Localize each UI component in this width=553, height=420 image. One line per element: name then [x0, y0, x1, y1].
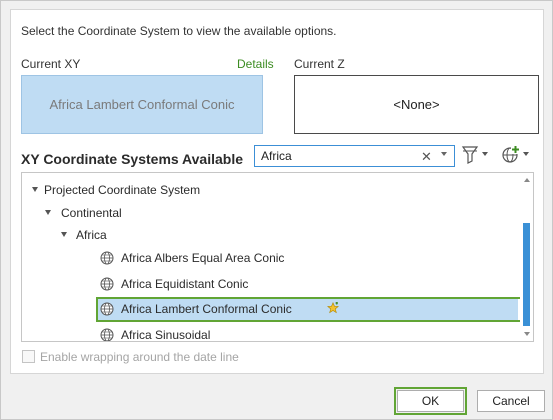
- globe-icon: [100, 251, 114, 265]
- tree-item-label: Projected Coordinate System: [44, 183, 201, 197]
- tree-item-label: Africa Lambert Conformal Conic: [121, 302, 292, 316]
- globe-icon: [100, 277, 114, 291]
- favorite-star-icon[interactable]: [327, 302, 339, 314]
- search-box[interactable]: ✕: [254, 145, 455, 167]
- current-xy-value: Africa Lambert Conformal Conic: [49, 97, 235, 112]
- current-z-label: Current Z: [294, 57, 345, 71]
- scroll-down-icon[interactable]: [524, 332, 530, 336]
- wrap-dateline-checkbox[interactable]: [22, 350, 35, 363]
- tree-scrollbar[interactable]: [520, 173, 533, 341]
- tree-item-continental[interactable]: Continental: [22, 202, 518, 224]
- search-input[interactable]: [255, 146, 415, 166]
- tree-item-lambert[interactable]: Africa Lambert Conformal Conic: [97, 298, 518, 320]
- current-z-value: <None>: [393, 97, 440, 112]
- instruction-text: Select the Coordinate System to view the…: [21, 24, 337, 38]
- ok-button[interactable]: OK: [397, 390, 464, 412]
- filter-icon: [461, 146, 488, 164]
- add-coordinate-system-button[interactable]: [499, 144, 531, 166]
- globe-icon: [100, 302, 114, 316]
- tree-item-projected[interactable]: Projected Coordinate System: [22, 179, 518, 201]
- tree-item-label: Africa Albers Equal Area Conic: [121, 251, 285, 265]
- available-systems-title: XY Coordinate Systems Available: [21, 151, 244, 167]
- coordinate-system-panel: Select the Coordinate System to view the…: [10, 9, 544, 374]
- tree-item-albers[interactable]: Africa Albers Equal Area Conic: [22, 247, 518, 269]
- tree-item-label: Africa: [76, 228, 107, 242]
- globe-icon: [100, 328, 114, 341]
- scroll-up-icon[interactable]: [524, 178, 530, 182]
- expand-arrow-icon[interactable]: [32, 187, 38, 192]
- tree-item-sinusoidal[interactable]: Africa Sinusoidal: [22, 324, 518, 342]
- cancel-button[interactable]: Cancel: [477, 390, 545, 412]
- tree-item-equidistant[interactable]: Africa Equidistant Conic: [22, 273, 518, 295]
- globe-add-icon: [502, 145, 529, 163]
- expand-arrow-icon[interactable]: [45, 210, 51, 215]
- wrap-dateline-label: Enable wrapping around the date line: [40, 350, 239, 364]
- filter-button[interactable]: [460, 144, 490, 166]
- expand-arrow-icon[interactable]: [61, 232, 67, 237]
- details-link[interactable]: Details: [237, 57, 274, 71]
- search-dropdown-icon[interactable]: [441, 152, 447, 156]
- current-xy-box[interactable]: Africa Lambert Conformal Conic: [21, 75, 263, 134]
- dialog: Select the Coordinate System to view the…: [0, 0, 553, 420]
- scrollbar-thumb[interactable]: [523, 223, 530, 326]
- tree-item-label: Continental: [61, 206, 122, 220]
- coordinate-system-tree[interactable]: Projected Coordinate System Continental …: [21, 172, 534, 342]
- current-z-box[interactable]: <None>: [294, 75, 539, 134]
- tree-item-africa[interactable]: Africa: [22, 224, 518, 246]
- current-xy-label: Current XY: [21, 57, 81, 71]
- tree-item-label: Africa Sinusoidal: [121, 328, 211, 342]
- clear-search-icon[interactable]: ✕: [421, 149, 432, 165]
- tree-item-label: Africa Equidistant Conic: [121, 277, 249, 291]
